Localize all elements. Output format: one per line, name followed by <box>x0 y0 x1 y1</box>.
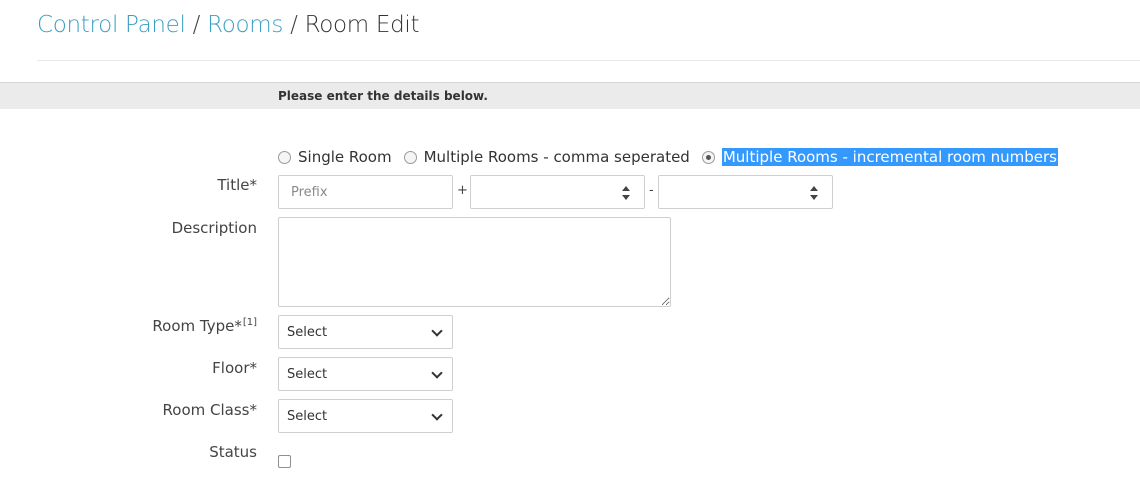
chevron-down-icon <box>431 367 443 379</box>
room-class-label: Room Class* <box>162 401 257 419</box>
chevron-down-icon <box>431 325 443 337</box>
chevron-down-icon <box>431 409 443 421</box>
radio-multiple-comma[interactable]: Multiple Rooms - comma seperated <box>403 148 690 166</box>
room-type-label: Room Type*[1] <box>152 317 257 335</box>
radio-label: Single Room <box>298 148 392 166</box>
room-type-select[interactable]: Select <box>278 315 453 349</box>
spinner-arrows-icon[interactable] <box>622 186 630 200</box>
breadcrumb-rooms-link[interactable]: Rooms <box>207 12 283 38</box>
radio-single-room[interactable]: Single Room <box>278 148 392 166</box>
description-label: Description <box>171 219 257 237</box>
floor-select[interactable]: Select <box>278 357 453 391</box>
room-class-select[interactable]: Select <box>278 399 453 433</box>
floor-label: Floor* <box>212 359 257 377</box>
radio-multiple-incremental[interactable]: Multiple Rooms - incremental room number… <box>701 148 1058 166</box>
status-checkbox[interactable] <box>278 455 291 468</box>
radio-label: Multiple Rooms - incremental room number… <box>721 148 1058 166</box>
room-type-label-text: Room Type* <box>152 317 242 335</box>
header-divider <box>37 60 1140 61</box>
room-type-selected-value: Select <box>287 325 328 340</box>
footnote-marker: [1] <box>242 317 257 328</box>
radio-button[interactable] <box>403 150 417 164</box>
floor-selected-value: Select <box>287 367 328 382</box>
room-mode-radio-group: Single Room Multiple Rooms - comma seper… <box>278 146 1070 168</box>
dash-sign: - <box>649 183 654 198</box>
plus-sign: + <box>457 183 468 198</box>
breadcrumb: Control Panel / Rooms / Room Edit <box>37 12 420 38</box>
radio-button-selected[interactable] <box>701 150 715 164</box>
spinner-arrows-icon[interactable] <box>810 186 818 200</box>
page-title: Room Edit <box>304 12 420 38</box>
breadcrumb-separator: / <box>290 12 298 38</box>
room-class-selected-value: Select <box>287 409 328 424</box>
breadcrumb-separator: / <box>192 12 201 38</box>
radio-label: Multiple Rooms - comma seperated <box>423 148 690 166</box>
title-label: Title* <box>217 176 257 194</box>
title-prefix-input[interactable] <box>278 175 453 209</box>
status-label: Status <box>209 443 257 461</box>
radio-button[interactable] <box>278 150 291 164</box>
info-bar-text: Please enter the details below. <box>278 89 488 103</box>
title-start-number-input[interactable] <box>470 175 645 209</box>
title-end-number-input[interactable] <box>658 175 833 209</box>
description-textarea[interactable] <box>278 217 671 307</box>
info-bar: Please enter the details below. <box>0 82 1140 109</box>
breadcrumb-control-panel-link[interactable]: Control Panel <box>37 12 186 38</box>
